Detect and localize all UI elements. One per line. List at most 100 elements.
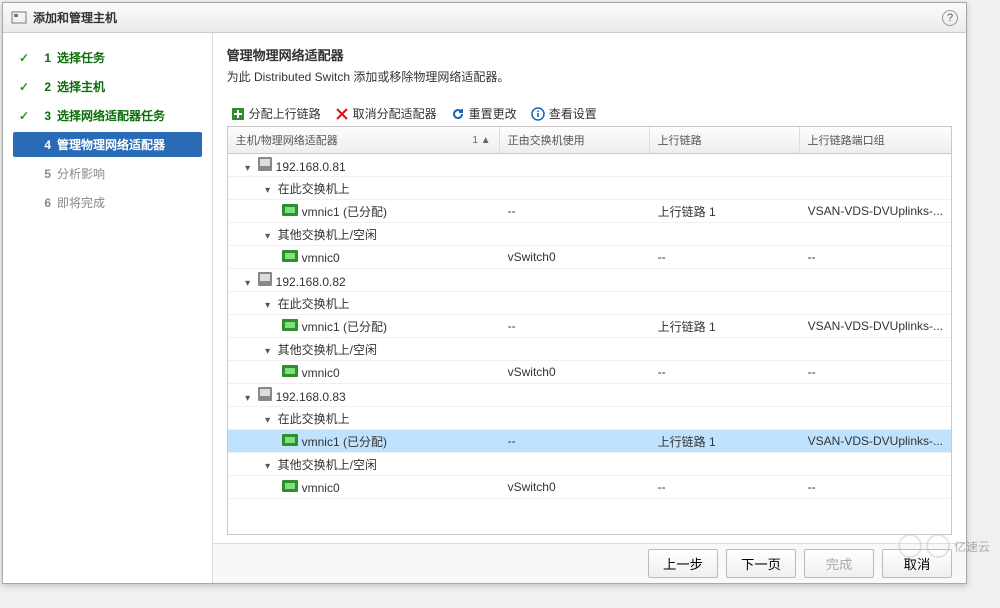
cell-uplink: 上行链路 1 — [650, 315, 800, 338]
titlebar: 添加和管理主机 ? — [3, 3, 966, 33]
cancel-button[interactable]: 取消 — [882, 549, 952, 578]
table-row[interactable]: vmnic0vSwitch0---- — [228, 246, 951, 269]
dialog-add-manage-hosts: 添加和管理主机 ? 1选择任务 2选择主机 3选择网络适配器任务 4 管理物理网络适配器… — [2, 2, 967, 584]
row-label: vmnic1 (已分配) — [302, 205, 387, 219]
cell-in-use: vSwitch0 — [500, 477, 650, 497]
wizard-step-2[interactable]: 2选择主机 — [13, 74, 202, 99]
cell-uplink — [650, 392, 800, 398]
table-row[interactable]: 其他交换机上/空闲 — [228, 338, 951, 361]
nic-icon — [282, 204, 298, 216]
assign-label: 分配上行链路 — [249, 105, 321, 122]
cell-in-use: vSwitch0 — [500, 362, 650, 382]
row-label: 在此交换机上 — [278, 297, 350, 311]
dialog-title: 添加和管理主机 — [33, 9, 942, 26]
table-row[interactable]: vmnic1 (已分配)--上行链路 1VSAN-VDS-DVUplinks-.… — [228, 200, 951, 223]
nic-icon — [282, 480, 298, 492]
step-label: 选择主机 — [57, 78, 105, 95]
reset-button[interactable]: 重置更改 — [451, 105, 517, 122]
row-label: 其他交换机上/空闲 — [278, 228, 377, 242]
host-icon — [258, 157, 272, 171]
cell-uplink — [650, 461, 800, 467]
expand-icon[interactable] — [242, 277, 254, 289]
cell-in-use — [500, 185, 650, 191]
expand-icon[interactable] — [242, 162, 254, 174]
wizard-step-1[interactable]: 1选择任务 — [13, 45, 202, 70]
col-uplink-portgroup[interactable]: 上行链路端口组 — [800, 127, 951, 153]
table-row[interactable]: 其他交换机上/空闲 — [228, 223, 951, 246]
row-label: vmnic1 (已分配) — [302, 435, 387, 449]
assign-icon — [231, 107, 245, 121]
step-number: 4 — [37, 138, 51, 152]
cell-portgroup: VSAN-VDS-DVUplinks-... — [800, 201, 951, 221]
cell-portgroup — [800, 162, 951, 168]
table-row[interactable]: 其他交换机上/空闲 — [228, 453, 951, 476]
table-row[interactable]: 在此交换机上 — [228, 292, 951, 315]
row-label: 其他交换机上/空闲 — [278, 343, 377, 357]
step-label: 即将完成 — [57, 194, 105, 211]
table-row[interactable]: vmnic0vSwitch0---- — [228, 361, 951, 384]
sort-indicator: 1 ▲ — [472, 135, 490, 146]
cell-uplink — [650, 346, 800, 352]
cell-in-use: -- — [500, 431, 650, 451]
col-in-use-by[interactable]: 正由交换机使用 — [500, 127, 650, 153]
view-label: 查看设置 — [549, 105, 597, 122]
host-icon — [258, 272, 272, 286]
adapters-table: 主机/物理网络适配器 1 ▲ 正由交换机使用 上行链路 上行链路端口组 192.… — [227, 126, 952, 535]
step-label: 管理物理网络适配器 — [57, 136, 165, 153]
window-icon — [11, 10, 27, 26]
nic-icon — [282, 319, 298, 331]
cell-portgroup — [800, 277, 951, 283]
help-icon[interactable]: ? — [942, 10, 958, 26]
main-panel: 管理物理网络适配器 为此 Distributed Switch 添加或移除物理网… — [212, 33, 966, 583]
cell-portgroup — [800, 392, 951, 398]
cell-portgroup: VSAN-VDS-DVUplinks-... — [800, 316, 951, 336]
unassign-button[interactable]: 取消分配适配器 — [335, 105, 437, 122]
unassign-label: 取消分配适配器 — [353, 105, 437, 122]
row-label: 在此交换机上 — [278, 412, 350, 426]
expand-icon[interactable] — [262, 184, 274, 196]
next-button[interactable]: 下一页 — [726, 549, 796, 578]
expand-icon[interactable] — [262, 414, 274, 426]
cell-uplink — [650, 185, 800, 191]
info-icon — [531, 107, 545, 121]
table-row[interactable]: vmnic1 (已分配)--上行链路 1VSAN-VDS-DVUplinks-.… — [228, 315, 951, 338]
cell-in-use — [500, 277, 650, 283]
toolbar: 分配上行链路 取消分配适配器 重置更改 查看设置 — [227, 105, 952, 122]
expand-icon[interactable] — [262, 299, 274, 311]
table-row[interactable]: 在此交换机上 — [228, 177, 951, 200]
finish-button: 完成 — [804, 549, 874, 578]
reset-label: 重置更改 — [469, 105, 517, 122]
col-uplink[interactable]: 上行链路 — [650, 127, 800, 153]
table-row[interactable]: 192.168.0.83 — [228, 384, 951, 407]
table-row[interactable]: 192.168.0.81 — [228, 154, 951, 177]
table-row[interactable]: 192.168.0.82 — [228, 269, 951, 292]
expand-icon[interactable] — [262, 460, 274, 472]
cell-portgroup: VSAN-VDS-DVUplinks-... — [800, 431, 951, 451]
wizard-step-3[interactable]: 3选择网络适配器任务 — [13, 103, 202, 128]
assign-uplink-button[interactable]: 分配上行链路 — [231, 105, 321, 122]
cell-portgroup — [800, 231, 951, 237]
step-number: 3 — [37, 109, 51, 123]
table-header: 主机/物理网络适配器 1 ▲ 正由交换机使用 上行链路 上行链路端口组 — [228, 127, 951, 154]
table-row[interactable]: vmnic0vSwitch0---- — [228, 476, 951, 499]
section-desc: 为此 Distributed Switch 添加或移除物理网络适配器。 — [227, 68, 952, 85]
nic-icon — [282, 365, 298, 377]
cell-in-use — [500, 346, 650, 352]
nic-icon — [282, 250, 298, 262]
table-body[interactable]: 192.168.0.81在此交换机上vmnic1 (已分配)--上行链路 1VS… — [228, 154, 951, 534]
step-label: 分析影响 — [57, 165, 105, 182]
cell-portgroup: -- — [800, 247, 951, 267]
wizard-step-4[interactable]: 4 管理物理网络适配器 — [13, 132, 202, 157]
col-host-adapter[interactable]: 主机/物理网络适配器 1 ▲ — [228, 127, 500, 153]
expand-icon[interactable] — [242, 392, 254, 404]
expand-icon[interactable] — [262, 230, 274, 242]
view-settings-button[interactable]: 查看设置 — [531, 105, 597, 122]
expand-icon[interactable] — [262, 345, 274, 357]
cell-uplink — [650, 300, 800, 306]
cell-in-use — [500, 162, 650, 168]
table-row[interactable]: 在此交换机上 — [228, 407, 951, 430]
table-row[interactable]: vmnic1 (已分配)--上行链路 1VSAN-VDS-DVUplinks-.… — [228, 430, 951, 453]
reset-icon — [451, 107, 465, 121]
step-label: 选择任务 — [57, 49, 105, 66]
back-button[interactable]: 上一步 — [648, 549, 718, 578]
